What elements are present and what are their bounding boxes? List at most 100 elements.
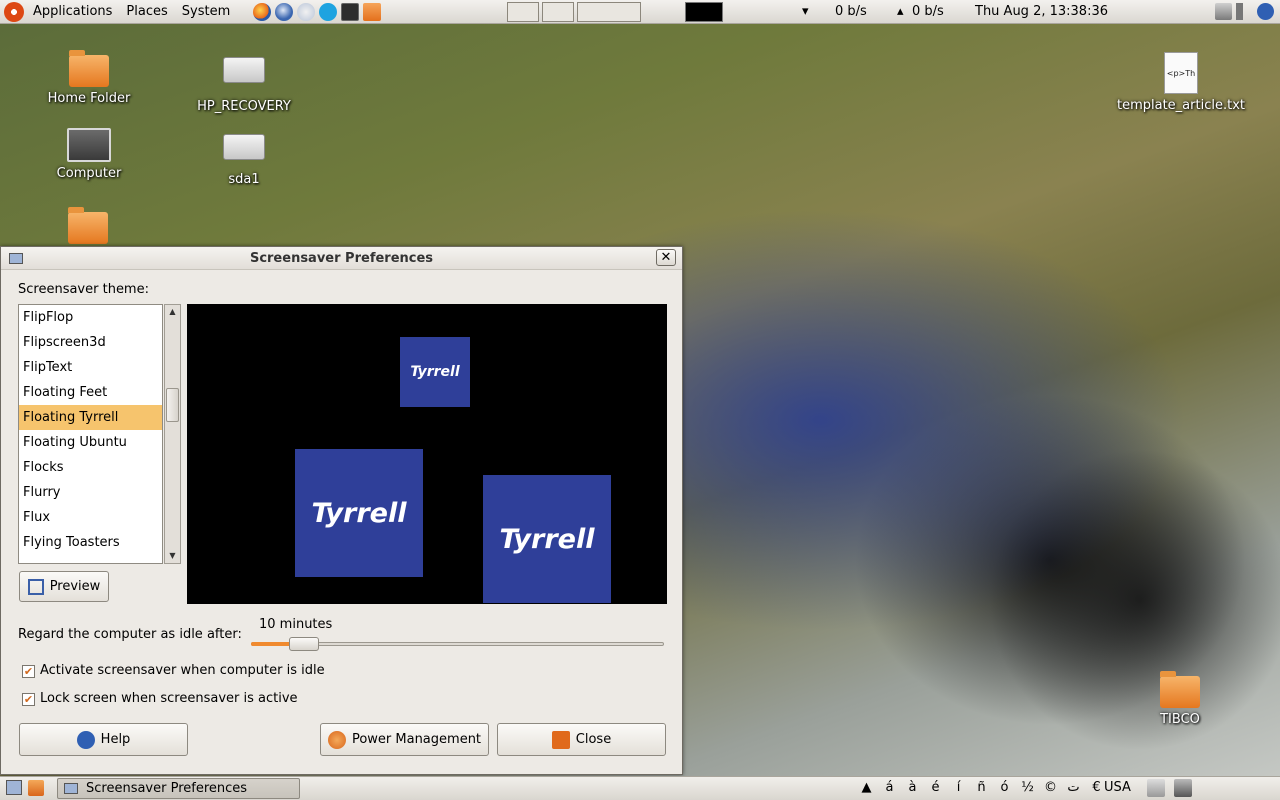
menu-applications[interactable]: Applications [28, 4, 121, 19]
lock-checkbox[interactable]: ✔ [22, 693, 35, 706]
menu-system[interactable]: System [177, 4, 239, 19]
printer-icon[interactable] [1147, 779, 1165, 797]
theme-list[interactable]: FlipFlop Flipscreen3d FlipText Floating Fee… [18, 304, 163, 564]
terminal-icon[interactable] [341, 2, 360, 21]
theme-list-item[interactable]: Floating Ubuntu [19, 430, 162, 455]
desktop-icon-computer[interactable]: Computer [44, 128, 134, 181]
trash-applet-icon[interactable] [28, 780, 44, 796]
fullscreen-icon [27, 578, 44, 595]
theme-list-item[interactable]: Flocks [19, 455, 162, 480]
character-palette-item[interactable]: í [947, 780, 970, 795]
preview-button-label: Preview [49, 579, 101, 594]
screensaver-preview: Tyrrell Tyrrell Tyrrell [187, 304, 667, 604]
keyboard-layout[interactable]: USA [1104, 780, 1131, 795]
idle-label: Regard the computer as idle after: [18, 627, 242, 642]
window-thumb-2[interactable] [542, 2, 574, 22]
power-management-button[interactable]: Power Management [320, 723, 489, 756]
skype-icon[interactable] [319, 2, 338, 21]
character-palette-item[interactable]: ½ [1016, 780, 1039, 795]
window-switcher [507, 2, 641, 22]
scroll-down-arrow-icon[interactable]: ▼ [165, 549, 180, 563]
dialog-title: Screensaver Preferences [249, 250, 434, 266]
idle-value: 10 minutes [259, 617, 333, 632]
activate-checkbox[interactable]: ✔ [22, 665, 35, 678]
show-desktop-icon[interactable] [6, 780, 22, 795]
menu-places[interactable]: Places [121, 4, 176, 19]
theme-list-item[interactable]: Flux [19, 505, 162, 530]
tyrrell-logo-left: Tyrrell [295, 449, 423, 577]
network-icon[interactable] [1215, 3, 1232, 20]
character-palette-item[interactable]: é [924, 780, 947, 795]
desktop-icon-label: HP_RECOVERY [197, 99, 291, 114]
volume-icon[interactable] [1236, 3, 1253, 20]
idle-slider-thumb[interactable] [289, 637, 320, 651]
thunderbird-icon[interactable] [275, 2, 294, 21]
titlebar[interactable]: Screensaver Preferences ✕ [1, 247, 682, 270]
character-palette-item[interactable]: à [901, 780, 924, 795]
help-button[interactable]: Help [19, 723, 188, 756]
drive-icon [223, 57, 265, 83]
desktop-icon-label: TIBCO [1160, 712, 1200, 727]
net-up-speed: 0 b/s [912, 4, 944, 19]
taskbar-item-label: Screensaver Preferences [86, 781, 248, 796]
firefox-icon[interactable] [253, 2, 272, 21]
window-thumb-3[interactable] [577, 2, 641, 22]
character-palette-item[interactable]: á [878, 780, 901, 795]
screensaver-preferences-dialog: Screensaver Preferences ✕ Screensaver th… [0, 246, 683, 775]
theme-list-item[interactable]: Flurry [19, 480, 162, 505]
ubuntu-logo-icon[interactable] [4, 1, 24, 22]
scroll-up-arrow-icon[interactable]: ▲ [165, 305, 180, 319]
desktop-icon-label: sda1 [228, 172, 260, 187]
net-up-icon: ▴ [897, 4, 904, 19]
titlebar-close-button[interactable]: ✕ [656, 249, 676, 266]
desktop-icon-home[interactable]: Home Folder [44, 50, 134, 106]
theme-list-item[interactable]: Flying Toasters [19, 530, 162, 555]
theme-list-item[interactable]: Floating Tyrrell [19, 405, 162, 430]
theme-list-item[interactable]: Floating Feet [19, 380, 162, 405]
theme-list-item[interactable]: Flipscreen3d [19, 330, 162, 355]
bottom-panel: Screensaver Preferences ▲ á à é í ñ ó ½ © ت € USA [0, 776, 1280, 800]
desktop-icon-tibco[interactable]: TIBCO [1150, 671, 1210, 727]
net-down-speed: 0 b/s [835, 4, 867, 19]
help-icon[interactable] [1257, 3, 1274, 20]
character-palette-item[interactable]: ▲ [855, 780, 878, 795]
help-button-label: Help [100, 732, 131, 747]
computer-icon [67, 128, 111, 162]
close-button[interactable]: Close [497, 723, 666, 756]
activate-label: Activate screensaver when computer is id… [40, 663, 325, 678]
workspace-icon[interactable] [1174, 779, 1192, 797]
theme-list-item[interactable]: FlipFlop [19, 305, 162, 330]
close-button-label: Close [575, 732, 612, 747]
updates-icon[interactable] [363, 2, 382, 21]
scrollbar-thumb[interactable] [166, 388, 179, 422]
desktop-icon-sda1[interactable]: sda1 [205, 134, 283, 187]
desktop-icon-hp-recovery[interactable]: HP_RECOVERY [192, 55, 296, 114]
character-palette-item[interactable]: © [1039, 780, 1062, 795]
lock-label: Lock screen when screensaver is active [40, 691, 298, 706]
desktop-icon-label: Home Folder [47, 91, 131, 106]
net-down-icon: ▾ [802, 4, 809, 19]
folder-icon [1160, 671, 1200, 708]
taskbar-item-screensaver[interactable]: Screensaver Preferences [57, 778, 300, 799]
tyrrell-logo-right: Tyrrell [483, 475, 611, 603]
top-panel: Applications Places System ▾ 0 b/s ▴ 0 b… [0, 0, 1280, 24]
character-palette-item[interactable]: ó [993, 780, 1016, 795]
text-file-icon: <p>Th [1164, 52, 1198, 94]
close-icon [551, 730, 570, 749]
desktop-icon-folder[interactable] [66, 207, 110, 248]
window-thumb-1[interactable] [507, 2, 539, 22]
pidgin-icon[interactable] [297, 2, 316, 21]
system-tray [1215, 3, 1274, 20]
character-palette-item[interactable]: ñ [970, 780, 993, 795]
character-palette: ▲ á à é í ñ ó ½ © ت € [855, 780, 1108, 795]
desktop-icon-label: Computer [56, 166, 122, 181]
clock[interactable]: Thu Aug 2, 13:38:36 [975, 4, 1108, 19]
character-palette-item[interactable]: ت [1062, 780, 1085, 795]
preview-button[interactable]: Preview [19, 571, 109, 602]
drive-icon [223, 134, 265, 160]
theme-list-item[interactable]: FlipText [19, 355, 162, 380]
launcher-group [253, 2, 382, 21]
system-monitor-graph[interactable] [685, 2, 723, 22]
desktop-icon-template-article[interactable]: <p>Th template_article.txt [1114, 52, 1248, 113]
theme-list-scrollbar[interactable]: ▲ ▼ [164, 304, 181, 564]
